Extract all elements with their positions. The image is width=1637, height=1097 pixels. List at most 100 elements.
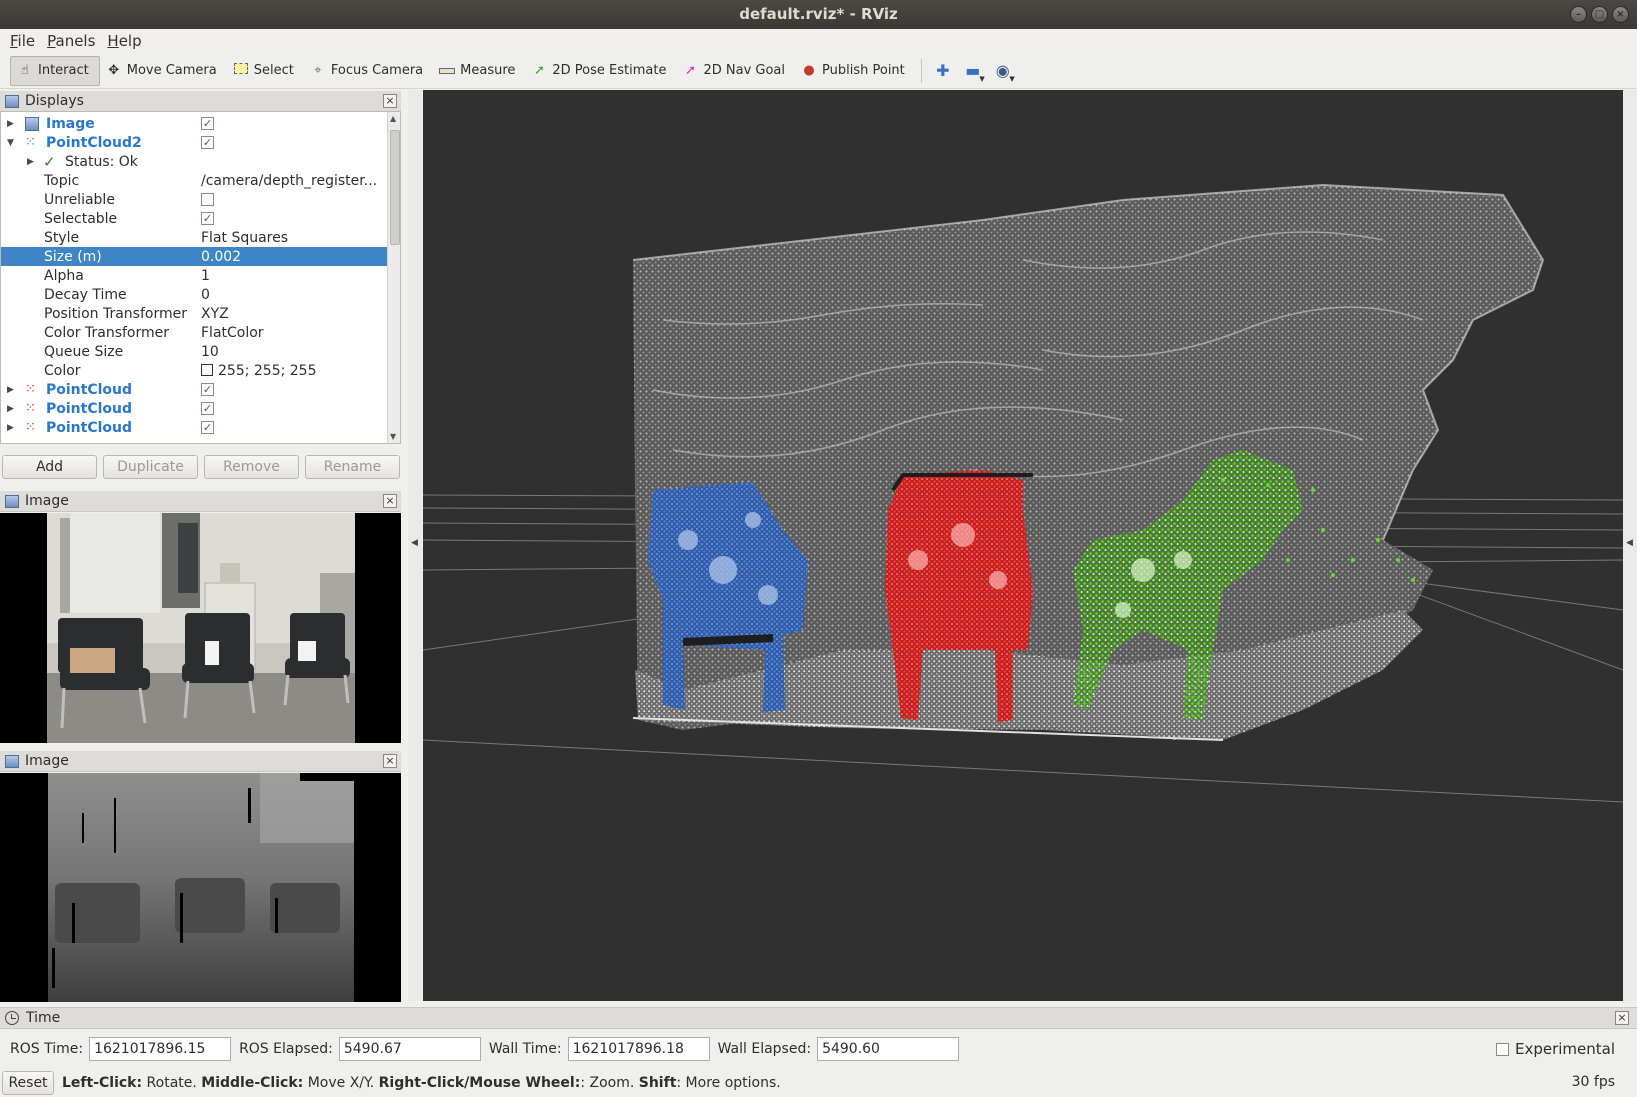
tool-move-camera[interactable]: ✥ Move Camera: [100, 56, 227, 86]
pointcloud-red-icon: ⁙: [25, 419, 36, 435]
property-decay-time[interactable]: Decay Time 0: [1, 285, 387, 304]
tool-select-label: Select: [253, 63, 294, 78]
enabled-checkbox[interactable]: ✓: [201, 136, 214, 149]
ros-time-field[interactable]: 1621017896.15: [89, 1037, 232, 1061]
view-tool-button[interactable]: ◉ ▼: [988, 57, 1018, 85]
status-label: Status: Ok: [65, 153, 138, 170]
menu-file[interactable]: File: [6, 29, 43, 53]
unreliable-checkbox[interactable]: [201, 193, 214, 206]
property-value[interactable]: 1: [201, 268, 210, 284]
menu-help[interactable]: Help: [103, 29, 149, 53]
right-splitter[interactable]: ◀: [1623, 90, 1637, 1001]
collapse-right-icon[interactable]: ◀: [1626, 538, 1633, 548]
property-unreliable[interactable]: Unreliable: [1, 190, 387, 209]
experimental-checkbox[interactable]: [1495, 1042, 1509, 1056]
property-size[interactable]: Size (m) 0.002: [1, 247, 387, 266]
close-icon[interactable]: ×: [383, 94, 397, 108]
collapse-arrow-icon[interactable]: ▼: [7, 138, 14, 148]
enabled-checkbox[interactable]: ✓: [201, 421, 214, 434]
tool-bar: ☝ Interact ✥ Move Camera Select ⌖ Focus …: [0, 53, 1637, 89]
image-icon: [5, 494, 19, 508]
add-tool-button[interactable]: ✚: [928, 57, 958, 85]
ros-time-label: ROS Time:: [10, 1041, 84, 1057]
display-item-pointcloud2[interactable]: ▼ ⁙ PointCloud2 ✓: [1, 133, 387, 152]
selectable-checkbox[interactable]: ✓: [201, 212, 214, 225]
property-name: Color: [44, 362, 81, 379]
displays-scrollbar[interactable]: ▲ ▼: [387, 112, 400, 443]
menu-panels[interactable]: Panels: [43, 29, 103, 53]
property-position-transformer[interactable]: Position Transformer XYZ: [1, 304, 387, 323]
toolbar-separator: [920, 58, 922, 83]
wall-elapsed-field[interactable]: 5490.60: [817, 1037, 960, 1061]
tool-2d-pose-estimate[interactable]: ➚ 2D Pose Estimate: [525, 56, 676, 86]
enabled-checkbox[interactable]: ✓: [201, 383, 214, 396]
expand-arrow-icon[interactable]: ▶: [7, 385, 14, 395]
display-item-pointcloud[interactable]: ▶ ⁙ PointCloud ✓: [1, 418, 387, 437]
close-icon[interactable]: ×: [383, 494, 397, 508]
depth-image-panel-header: Image ×: [0, 751, 401, 772]
property-color[interactable]: Color 255; 255; 255: [1, 361, 387, 380]
property-value[interactable]: 0: [201, 287, 210, 303]
maximize-button[interactable]: □: [1591, 6, 1608, 23]
property-style[interactable]: Style Flat Squares: [1, 228, 387, 247]
monitor-icon: [5, 94, 19, 108]
close-icon[interactable]: ×: [1615, 1011, 1629, 1025]
property-value[interactable]: /camera/depth_register...: [201, 173, 377, 189]
expand-arrow-icon[interactable]: ▶: [7, 404, 14, 414]
close-icon[interactable]: ×: [383, 754, 397, 768]
property-selectable[interactable]: Selectable ✓: [1, 209, 387, 228]
close-button[interactable]: ×: [1612, 6, 1629, 23]
displays-button-row: Add Duplicate Remove Rename: [2, 455, 400, 479]
property-value[interactable]: 0.002: [201, 249, 241, 265]
scroll-down-icon[interactable]: ▼: [390, 432, 396, 441]
rename-button[interactable]: Rename: [305, 455, 400, 479]
tool-publish-point[interactable]: ● Publish Point: [795, 56, 915, 86]
expand-arrow-icon[interactable]: ▶: [27, 157, 34, 167]
display-item-pointcloud[interactable]: ▶ ⁙ PointCloud ✓: [1, 380, 387, 399]
status-row[interactable]: ▶ ✓ Status: Ok: [1, 152, 387, 171]
ros-elapsed-field[interactable]: 5490.67: [338, 1037, 481, 1061]
property-value[interactable]: 255; 255; 255: [201, 363, 317, 379]
tool-focus-camera[interactable]: ⌖ Focus Camera: [304, 56, 433, 86]
tool-interact-label: Interact: [38, 63, 89, 78]
help-text: Left-Click: Rotate. Middle-Click: Move X…: [62, 1075, 781, 1091]
help-desc-more: : More options.: [676, 1074, 781, 1091]
render-3d-viewport[interactable]: [423, 90, 1623, 1001]
enabled-checkbox[interactable]: ✓: [201, 402, 214, 415]
pointcloud-red-icon: ⁙: [25, 400, 36, 416]
left-splitter[interactable]: ◀: [408, 90, 422, 1001]
property-alpha[interactable]: Alpha 1: [1, 266, 387, 285]
image-display-icon: [25, 116, 39, 131]
enabled-checkbox[interactable]: ✓: [201, 117, 214, 130]
property-color-transformer[interactable]: Color Transformer FlatColor: [1, 323, 387, 342]
property-value[interactable]: XYZ: [201, 306, 229, 322]
scrollbar-thumb[interactable]: [390, 130, 400, 245]
property-value[interactable]: FlatColor: [201, 325, 264, 341]
display-name: PointCloud: [46, 419, 133, 436]
add-button[interactable]: Add: [2, 455, 97, 479]
minimize-button[interactable]: –: [1570, 6, 1587, 23]
display-item-image[interactable]: ▶ Image ✓: [1, 114, 387, 133]
experimental-toggle[interactable]: Experimental: [1495, 1040, 1615, 1058]
remove-button[interactable]: Remove: [204, 455, 299, 479]
tool-interact[interactable]: ☝ Interact: [10, 55, 100, 86]
property-queue-size[interactable]: Queue Size 10: [1, 342, 387, 361]
hand-icon: ☝: [21, 62, 29, 78]
tool-measure[interactable]: Measure: [433, 56, 525, 86]
tool-select[interactable]: Select: [227, 56, 304, 86]
scroll-up-icon[interactable]: ▲: [390, 114, 396, 123]
reset-button[interactable]: Reset: [2, 1070, 54, 1095]
duplicate-button[interactable]: Duplicate: [103, 455, 198, 479]
property-value[interactable]: Flat Squares: [201, 230, 288, 246]
tool-2d-nav-goal[interactable]: ➚ 2D Nav Goal: [676, 56, 795, 86]
display-name: PointCloud: [46, 400, 133, 417]
collapse-left-icon[interactable]: ◀: [411, 538, 418, 548]
property-value[interactable]: 10: [201, 344, 219, 360]
property-name: Decay Time: [44, 286, 127, 303]
display-item-pointcloud[interactable]: ▶ ⁙ PointCloud ✓: [1, 399, 387, 418]
property-topic[interactable]: Topic /camera/depth_register...: [1, 171, 387, 190]
remove-tool-button[interactable]: ▬ ▼: [958, 57, 988, 85]
wall-time-field[interactable]: 1621017896.18: [567, 1037, 710, 1061]
expand-arrow-icon[interactable]: ▶: [7, 119, 14, 129]
expand-arrow-icon[interactable]: ▶: [7, 423, 14, 433]
